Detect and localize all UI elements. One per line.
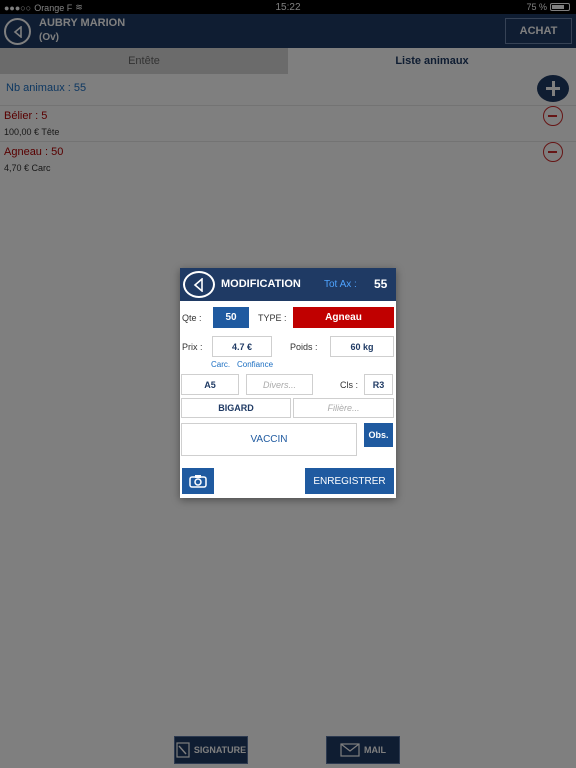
poids-field[interactable]: 60 kg [330,336,394,357]
buyer-field[interactable]: BIGARD [181,398,291,418]
modification-dialog: MODIFICATION Tot Ax : 55 Qte : 50 TYPE :… [180,268,396,498]
total-animals-value: 55 [374,277,388,291]
cls-label: Cls : [340,380,358,390]
save-button[interactable]: ENREGISTRER [305,468,394,494]
divers-input[interactable]: Divers... [246,374,313,395]
filiere-input[interactable]: Filière... [293,398,394,418]
camera-icon [189,475,207,488]
dialog-header: MODIFICATION Tot Ax : 55 [180,268,396,301]
qte-label: Qte : [182,313,202,323]
camera-button[interactable] [182,468,214,494]
poids-label: Poids : [290,342,318,352]
obs-button[interactable]: Obs. [364,423,393,447]
carc-hint[interactable]: Carc. [211,360,230,369]
vaccin-button[interactable]: VACCIN [181,423,357,456]
type-label: TYPE : [258,313,287,323]
prix-label: Prix : [182,342,203,352]
back-arrow-icon [193,277,203,292]
qte-field[interactable]: 50 [213,307,249,328]
cls-field[interactable]: R3 [364,374,393,395]
total-animals-label: Tot Ax : [324,279,357,290]
confiance-hint[interactable]: Confiance [237,360,273,369]
dialog-back-button[interactable] [183,271,215,298]
type-select[interactable]: Agneau [293,307,394,328]
prix-field[interactable]: 4.7 € [212,336,272,357]
code-field[interactable]: A5 [181,374,239,395]
dialog-title: MODIFICATION [221,278,301,290]
